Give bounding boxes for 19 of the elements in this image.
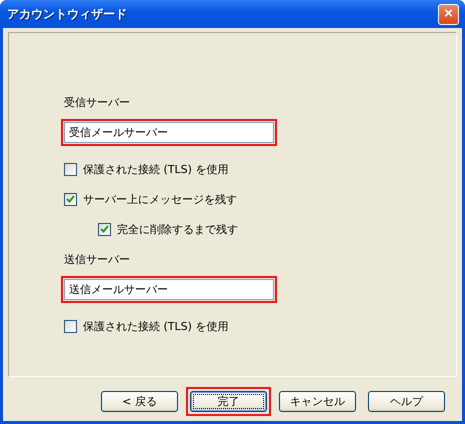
checkbox[interactable]: [98, 222, 111, 236]
checkbox-label: 保護された接続 (TLS) を使用: [83, 318, 228, 334]
checkbox-label: 保護された接続 (TLS) を使用: [83, 162, 228, 176]
server-field[interactable]: 送信メールサーバー: [64, 279, 274, 300]
checkmark-icon: [100, 225, 109, 233]
wizard-button[interactable]: 完了: [190, 391, 267, 412]
wizard-button[interactable]: < 戻る: [101, 391, 178, 412]
checkbox[interactable]: [64, 192, 77, 206]
wizard-button[interactable]: ヘルプ: [368, 391, 445, 412]
checkmark-icon: [66, 195, 75, 203]
checkbox[interactable]: [64, 320, 77, 332]
section-label: 送信サーバー: [64, 252, 131, 267]
section-label: 受信サーバー: [64, 95, 131, 110]
wizard-button[interactable]: キャンセル: [279, 391, 356, 412]
server-field[interactable]: 受信メールサーバー: [64, 122, 274, 143]
checkbox[interactable]: [64, 162, 77, 176]
checkbox-label: サーバー上にメッセージを残す: [83, 192, 237, 206]
checkbox-label: 完全に削除するまで残す: [117, 222, 238, 236]
window-title: アカウントウィザード: [7, 6, 127, 22]
